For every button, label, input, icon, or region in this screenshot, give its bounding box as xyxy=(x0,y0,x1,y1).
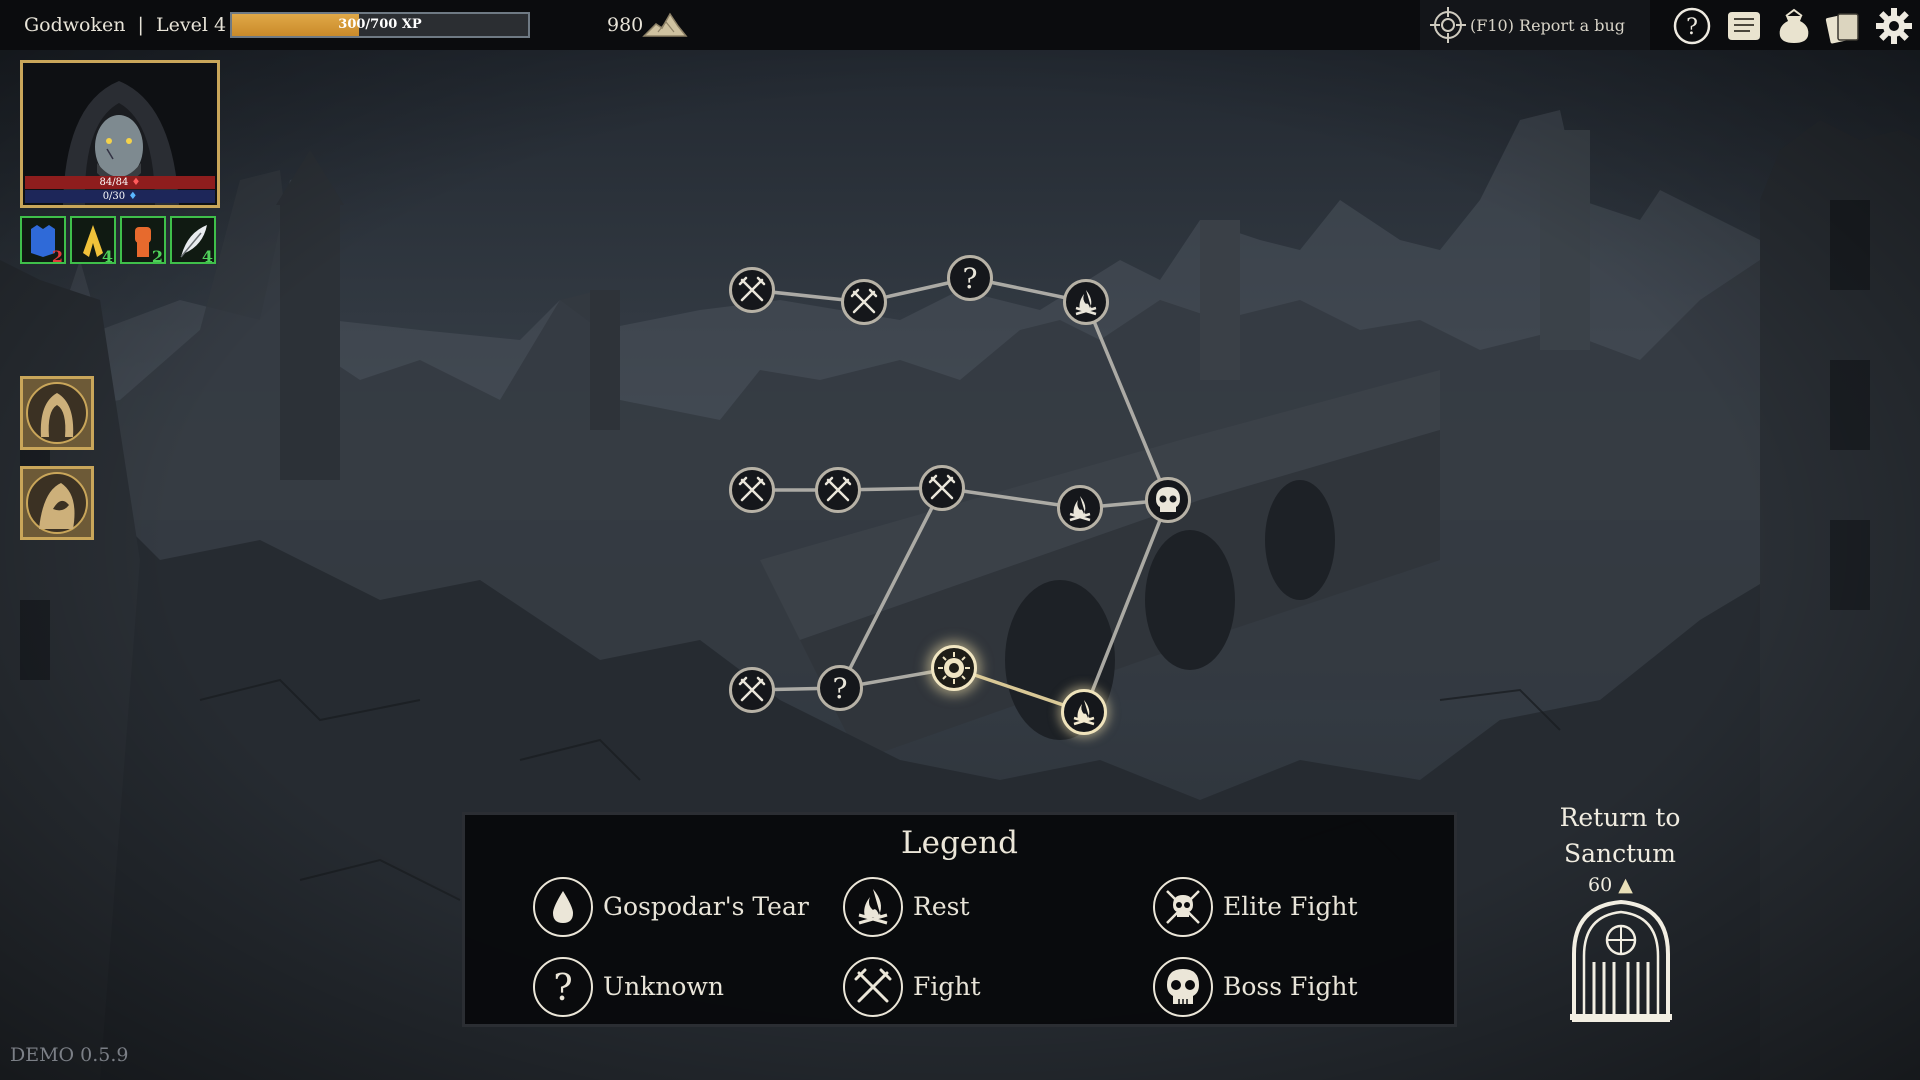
legend-icon-circle xyxy=(843,957,903,1017)
gold-amount: 980 xyxy=(607,14,644,36)
return-cost: 60 ▲ xyxy=(1588,874,1633,896)
mana-shield-icon: ♦ xyxy=(128,191,138,202)
buff-strength[interactable]: 2 xyxy=(120,216,166,266)
skull-icon xyxy=(1167,969,1199,1004)
campfire-icon xyxy=(1069,496,1091,522)
xp-text: 300/700 XP xyxy=(338,17,422,32)
question-mark-icon: ? xyxy=(962,262,977,295)
pouch-icon[interactable] xyxy=(1774,6,1814,46)
current-location-icon xyxy=(938,652,970,684)
crossed-swords-icon xyxy=(850,288,878,314)
svg-text:?: ? xyxy=(1686,15,1698,40)
buff-count: 4 xyxy=(201,247,213,266)
legend-label: Elite Fight xyxy=(1223,892,1358,921)
buff-prayer[interactable]: 4 xyxy=(70,216,116,266)
campfire-icon xyxy=(1073,700,1095,726)
campfire-icon xyxy=(858,889,888,925)
health-drop-icon: ♦ xyxy=(131,177,141,188)
legend-label: Rest xyxy=(913,892,970,921)
map-node-fight[interactable] xyxy=(919,465,965,511)
sanctum-gate-button[interactable] xyxy=(1568,898,1674,1022)
crosshair-icon xyxy=(1430,7,1466,43)
player-info: Godwoken | Level 4 xyxy=(24,14,226,36)
tear-drop-icon xyxy=(553,891,573,923)
svg-text:?: ? xyxy=(962,262,977,295)
hooded-companion-icon xyxy=(26,382,88,444)
crossed-swords-icon xyxy=(738,476,766,502)
report-bug-label: (F10) Report a bug xyxy=(1470,16,1625,35)
companion-slot-2[interactable] xyxy=(20,466,94,540)
crossed-swords-icon xyxy=(738,676,766,702)
svg-text:?: ? xyxy=(832,672,847,705)
map-node-unknown[interactable]: ? xyxy=(817,665,863,711)
buff-feather[interactable]: 4 xyxy=(170,216,216,266)
legend-label: Gospodar's Tear xyxy=(603,892,809,921)
health-bar: 84/84 ♦ xyxy=(25,176,215,189)
map-node-fight[interactable] xyxy=(729,667,775,713)
cards-icon[interactable] xyxy=(1824,6,1864,46)
map-node-current[interactable] xyxy=(931,645,977,691)
legend-icon-circle xyxy=(1153,877,1213,937)
help-icon[interactable]: ? xyxy=(1672,6,1712,46)
map-node-rest[interactable] xyxy=(1057,485,1103,531)
hooded-companion-icon xyxy=(26,472,88,534)
map-node-fight[interactable] xyxy=(729,467,775,513)
mana-value: 0/30 xyxy=(102,191,126,202)
character-portrait[interactable]: 84/84 ♦ 0/30 ♦ xyxy=(20,60,220,208)
crossed-swords-icon xyxy=(928,474,956,500)
scroll-icon[interactable] xyxy=(1724,6,1764,46)
map-node-fight[interactable] xyxy=(729,267,775,313)
health-value: 84/84 xyxy=(99,177,129,188)
legend-icon-circle: ? xyxy=(533,957,593,1017)
player-level: Level 4 xyxy=(155,14,227,36)
legend-label: Boss Fight xyxy=(1223,972,1358,1001)
mana-bar: 0/30 ♦ xyxy=(25,190,215,203)
crossed-swords-icon xyxy=(738,276,766,302)
svg-text:?: ? xyxy=(553,968,572,1009)
buff-count: 2 xyxy=(151,247,163,266)
legend-icon-circle xyxy=(533,877,593,937)
gold-pile-icon xyxy=(642,12,688,37)
question-mark-icon: ? xyxy=(832,672,847,705)
gold-pile-icon: ▲ xyxy=(1618,874,1633,896)
skull-crossed-swords-icon xyxy=(1166,890,1200,924)
map-node-fight[interactable] xyxy=(841,279,887,325)
companion-slot-1[interactable] xyxy=(20,376,94,450)
return-to-sanctum-label: Return to Sanctum xyxy=(1559,803,1681,868)
map-node-unknown[interactable]: ? xyxy=(947,255,993,301)
map-node-rest-available[interactable] xyxy=(1061,689,1107,735)
report-bug-button[interactable]: (F10) Report a bug xyxy=(1420,0,1650,50)
map-node-rest[interactable] xyxy=(1063,279,1109,325)
legend-icon-circle xyxy=(1153,957,1213,1017)
skull-icon xyxy=(1156,487,1180,512)
legend-label: Unknown xyxy=(603,972,724,1001)
map-node-boss[interactable] xyxy=(1145,477,1191,523)
map-node-fight[interactable] xyxy=(815,467,861,513)
player-name: Godwoken xyxy=(24,14,126,36)
buff-count: 4 xyxy=(101,247,113,266)
buff-count: 2 xyxy=(51,247,63,266)
question-mark-icon: ? xyxy=(553,968,572,1009)
legend-title: Legend xyxy=(901,825,1018,861)
gear-icon[interactable] xyxy=(1874,6,1914,46)
legend-label: Fight xyxy=(913,972,981,1001)
return-cost-value: 60 xyxy=(1588,874,1613,896)
map-legend: Legend Gospodar's Tear Rest Elite Fight … xyxy=(462,812,1457,1027)
campfire-icon xyxy=(1075,290,1097,316)
crossed-swords-icon xyxy=(854,968,892,1003)
separator: | xyxy=(137,14,144,36)
legend-icon-circle xyxy=(843,877,903,937)
buff-armor[interactable]: 2 xyxy=(20,216,66,266)
top-bar: Godwoken | Level 4 300/700 XP 980 (F10) … xyxy=(0,0,1920,50)
version-label: DEMO 0.5.9 xyxy=(10,1044,129,1066)
xp-bar: 300/700 XP xyxy=(230,12,530,38)
crossed-swords-icon xyxy=(824,476,852,502)
